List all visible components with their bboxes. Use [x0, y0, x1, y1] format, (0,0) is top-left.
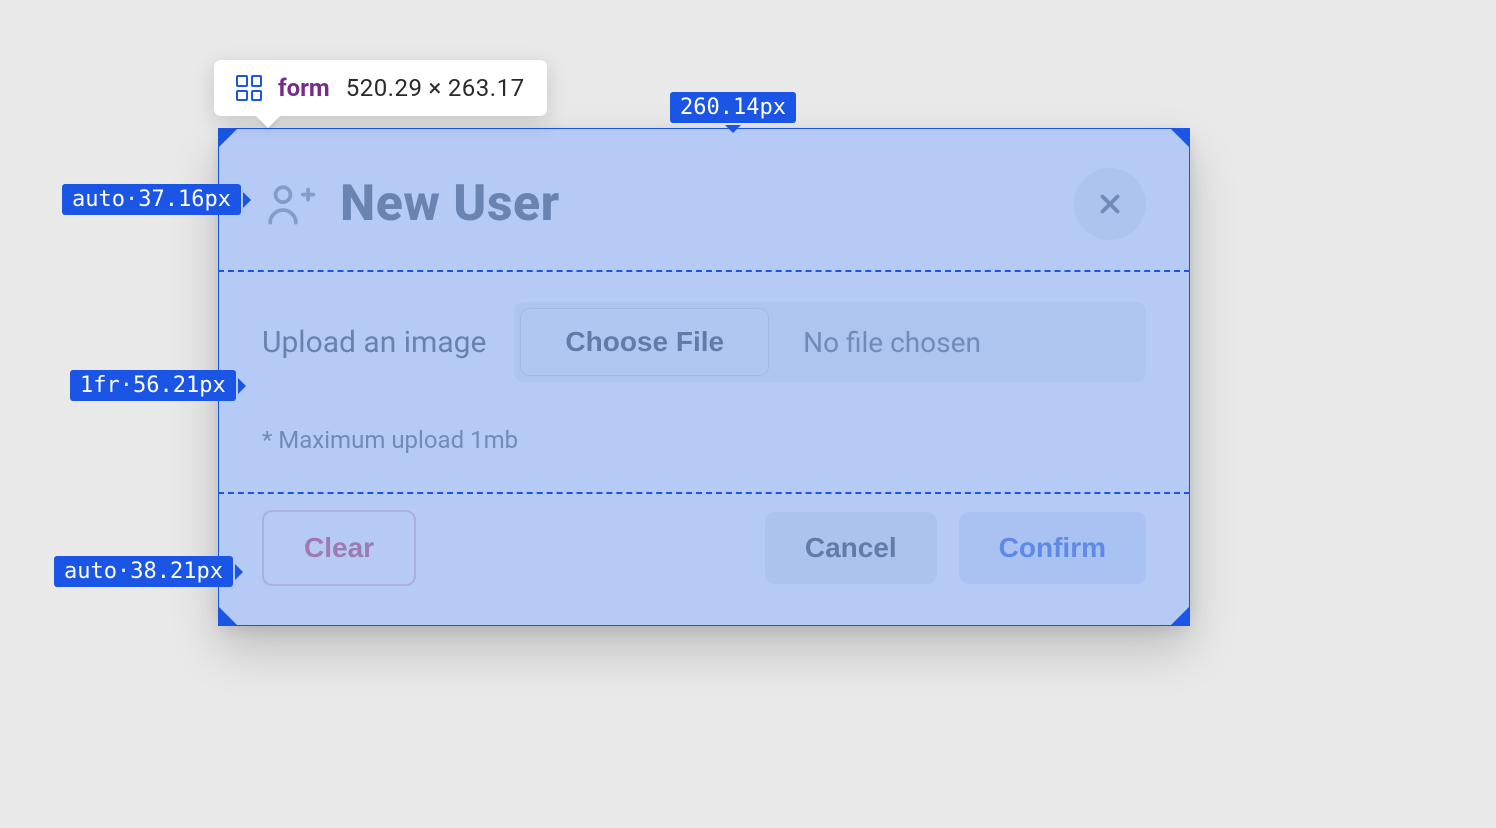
inspector-tooltip: form 520.29×263.17: [214, 60, 547, 116]
inspector-dimensions: 520.29×263.17: [346, 74, 525, 102]
grid-row-badge-1: 1fr·56.21px: [70, 370, 236, 401]
dialog-footer: Clear Cancel Confirm: [262, 474, 1146, 586]
grid-col-badge: 260.14px: [670, 92, 796, 123]
inspector-width: 520.29: [346, 74, 423, 102]
dialog-title: New User: [340, 175, 560, 233]
file-picker: Choose File No file chosen: [514, 302, 1146, 382]
inspector-tag: form: [278, 74, 330, 102]
dialog-header: New User: [262, 168, 1146, 274]
dialog-body: Upload an image Choose File No file chos…: [262, 274, 1146, 474]
upload-label: Upload an image: [262, 325, 486, 360]
confirm-button[interactable]: Confirm: [959, 512, 1146, 584]
grid-icon: [236, 75, 262, 101]
close-icon: [1095, 189, 1125, 219]
file-chosen-status: No file chosen: [775, 302, 1146, 382]
upload-row: Upload an image Choose File No file chos…: [262, 302, 1146, 382]
user-plus-icon: [262, 176, 318, 232]
upload-hint: * Maximum upload 1mb: [262, 426, 1146, 454]
grid-row-badge-2: auto·38.21px: [54, 556, 233, 587]
inspector-height: 263.17: [448, 74, 525, 102]
choose-file-button[interactable]: Choose File: [520, 308, 769, 376]
cancel-button[interactable]: Cancel: [765, 512, 937, 584]
grid-row-badge-0: auto·37.16px: [62, 184, 241, 215]
close-button[interactable]: [1074, 168, 1146, 240]
clear-button[interactable]: Clear: [262, 510, 416, 586]
new-user-dialog: New User Upload an image Choose File No …: [218, 128, 1190, 626]
